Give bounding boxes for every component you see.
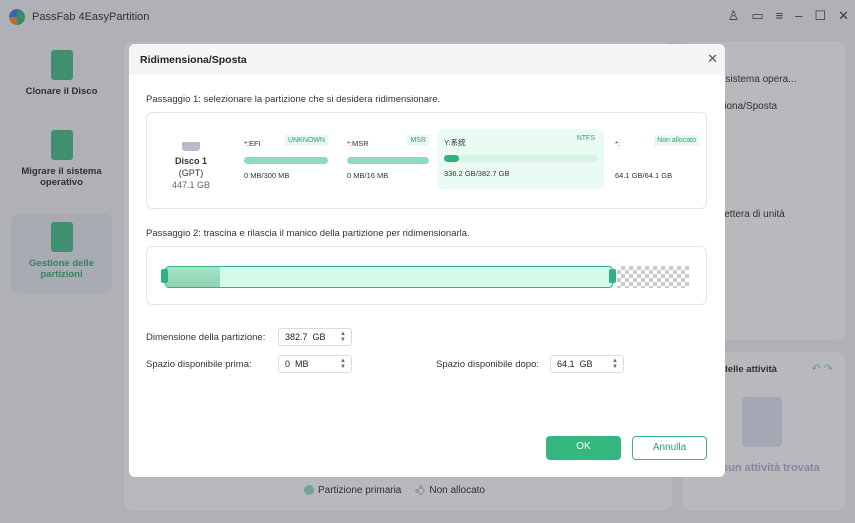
disk-info: Disco 1 (GPT) 447.1 GB <box>167 133 215 191</box>
right-resize-handle[interactable] <box>609 269 616 283</box>
after-label: Spazio disponibile dopo: <box>436 359 539 370</box>
left-resize-handle[interactable] <box>161 269 168 283</box>
dialog-title: Ridimensiona/Sposta <box>129 44 725 75</box>
dialog-close-icon[interactable]: ✕ <box>707 51 718 67</box>
stepper-icon: ▲ ▼ <box>340 358 346 370</box>
space-after-input[interactable]: 64.1 GB ▲ ▼ <box>550 355 624 373</box>
before-label: Spazio disponibile prima: <box>146 359 252 370</box>
used-space-fill <box>166 267 220 287</box>
partition-efi[interactable]: *:EFI UNKNOWN 0 MB/300 MB <box>244 131 328 187</box>
disk-icon <box>182 133 200 151</box>
ok-button[interactable]: OK <box>546 436 621 460</box>
resize-dialog: Ridimensiona/Sposta ✕ Passaggio 1: selez… <box>129 44 725 477</box>
disk-name: Disco 1 <box>174 156 207 166</box>
step1-label: Passaggio 1: selezionare la partizione c… <box>146 94 441 105</box>
space-before-input[interactable]: 0 MB ▲ ▼ <box>278 355 352 373</box>
resize-track <box>146 246 707 305</box>
stepper-icon: ▲ ▼ <box>612 358 618 370</box>
step2-label: Passaggio 2: trascina e rilascia il mani… <box>146 228 470 239</box>
partition-selector: Disco 1 (GPT) 447.1 GB *:EFI UNKNOWN 0 MB/… <box>146 112 707 209</box>
partition-y-selected[interactable]: Y:系统 NTFS 336.2 GB/382.7 GB <box>438 129 604 189</box>
disk-type: (GPT) <box>178 168 204 178</box>
partition-size-input[interactable]: 382.7 GB ▲ ▼ <box>278 328 352 346</box>
stepper-icon: ▲ ▼ <box>340 331 346 343</box>
size-label: Dimensione della partizione: <box>146 332 266 343</box>
partition-msr[interactable]: *:MSR MSR 0 MB/16 MB <box>347 131 429 187</box>
disk-size: 447.1 GB <box>171 180 211 190</box>
cancel-button[interactable]: Annulla <box>632 436 707 460</box>
partition-unallocated[interactable]: *: Non allocato 64.1 GB/64.1 GB <box>615 131 699 187</box>
partition-resize-bar[interactable] <box>165 266 613 288</box>
unallocated-space <box>617 266 689 288</box>
